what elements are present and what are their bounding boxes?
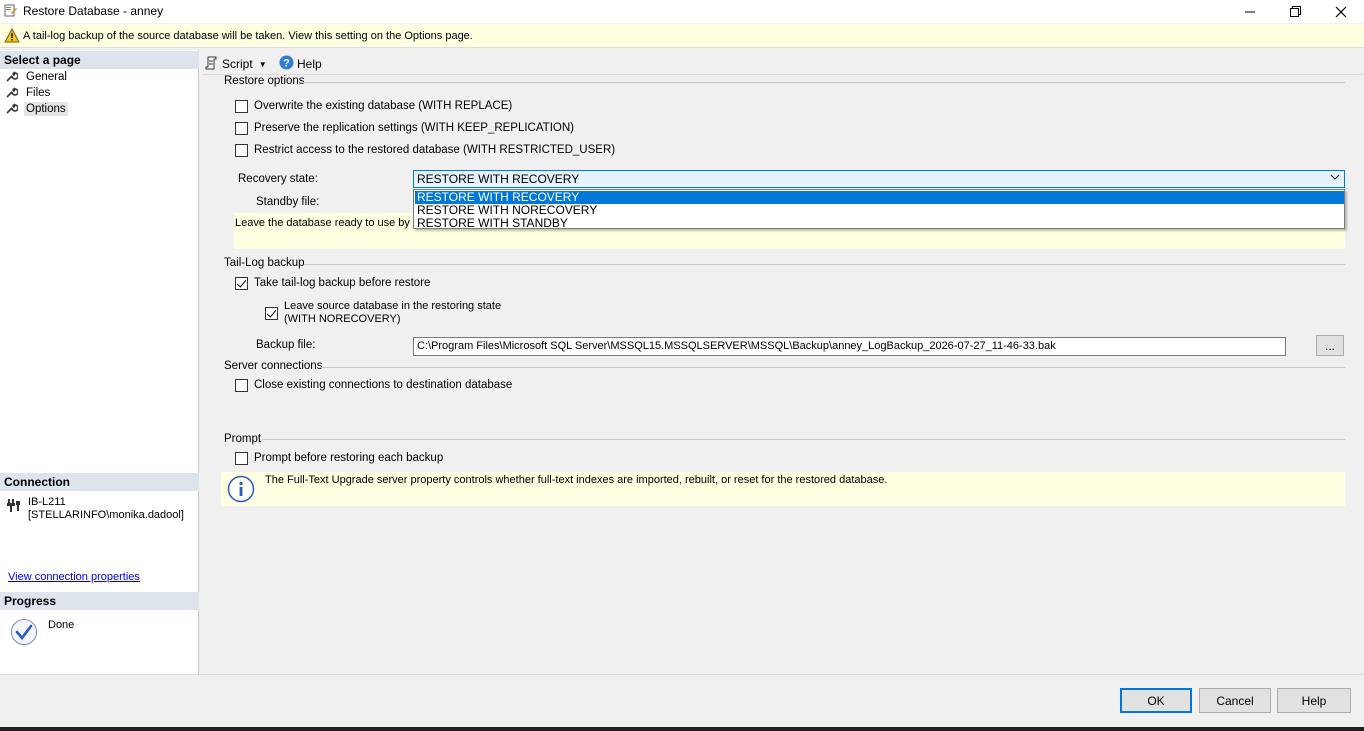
restrict-access-checkbox-row[interactable]: Restrict access to the restored database… <box>235 143 615 157</box>
progress-status: Done <box>48 619 75 631</box>
browse-backup-file-button[interactable]: ... <box>1316 335 1344 356</box>
wrench-icon <box>6 102 20 117</box>
info-text: The Full-Text Upgrade server property co… <box>265 474 888 486</box>
page-item-options[interactable]: Options <box>6 101 68 117</box>
divider <box>300 82 1345 83</box>
wrench-icon <box>6 70 20 85</box>
recovery-state-value: RESTORE WITH RECOVERY <box>417 172 580 186</box>
tail-log-header: Tail-Log backup <box>224 257 305 269</box>
divider <box>262 439 1345 440</box>
divider <box>320 367 1345 368</box>
close-connections-checkbox[interactable] <box>235 378 248 392</box>
close-connections-label: Close existing connections to destinatio… <box>254 379 513 391</box>
connection-info: IB-L211 [STELLARINFO\monika.dadool] <box>28 496 184 522</box>
overwrite-checkbox-row[interactable]: Overwrite the existing database (WITH RE… <box>235 99 512 113</box>
prompt-before-checkbox-row[interactable]: Prompt before restoring each backup <box>235 451 443 465</box>
preserve-replication-checkbox[interactable] <box>235 121 248 135</box>
backup-file-input[interactable]: C:\Program Files\Microsoft SQL Server\MS… <box>413 337 1286 356</box>
prompt-before-label: Prompt before restoring each backup <box>254 452 444 464</box>
help-toolbar-button[interactable]: ? Help <box>279 55 322 73</box>
toolbar-divider <box>202 74 1364 75</box>
info-icon <box>227 475 255 506</box>
script-icon <box>205 56 219 73</box>
restore-window-button[interactable] <box>1272 0 1318 23</box>
info-divider <box>261 472 262 506</box>
recovery-description: Leave the database ready to use by r <box>235 217 417 229</box>
backup-file-label: Backup file: <box>256 339 316 351</box>
leave-restoring-label: Leave source database in the restoring s… <box>284 300 501 326</box>
warning-icon <box>4 27 20 46</box>
recovery-state-select[interactable]: RESTORE WITH RECOVERY <box>413 170 1345 188</box>
wrench-icon <box>6 86 20 101</box>
page-item-label: General <box>26 71 67 83</box>
divider <box>304 264 1345 265</box>
leave-restoring-checkbox[interactable] <box>265 306 278 320</box>
page-item-files[interactable]: Files <box>6 85 52 101</box>
ok-button[interactable]: OK <box>1120 688 1192 713</box>
svg-text:?: ? <box>283 58 290 70</box>
page-item-label: Options <box>24 102 68 116</box>
view-connection-properties-link[interactable]: View connection properties <box>8 571 140 583</box>
cancel-button[interactable]: Cancel <box>1199 688 1271 713</box>
chevron-down-icon <box>1330 172 1340 185</box>
preserve-replication-label: Preserve the replication settings (WITH … <box>254 122 574 134</box>
title-bar: Restore Database - anney <box>0 0 1364 23</box>
help-label: Help <box>297 57 322 71</box>
leave-restoring-line2: (WITH NORECOVERY) <box>284 313 401 325</box>
warning-bar: A tail-log backup of the source database… <box>0 24 1364 48</box>
recovery-state-dropdown: RESTORE WITH RECOVERY RESTORE WITH NOREC… <box>413 189 1345 230</box>
standby-file-label: Standby file: <box>256 196 320 208</box>
take-tail-log-checkbox-row[interactable]: Take tail-log backup before restore <box>235 276 430 290</box>
page-item-general[interactable]: General <box>6 69 69 85</box>
preserve-replication-checkbox-row[interactable]: Preserve the replication settings (WITH … <box>235 121 574 135</box>
take-tail-log-checkbox[interactable] <box>235 276 248 290</box>
close-window-button[interactable] <box>1318 0 1364 23</box>
restore-database-icon <box>4 4 18 18</box>
recovery-state-label: Recovery state: <box>238 173 318 185</box>
select-page-header: Select a page <box>0 51 199 69</box>
help-icon: ? <box>279 55 294 73</box>
taskbar-strip <box>0 727 1364 731</box>
done-check-icon <box>10 618 38 649</box>
minimize-button[interactable] <box>1227 0 1273 23</box>
help-button[interactable]: Help <box>1277 688 1351 713</box>
connection-user: [STELLARINFO\monika.dadool] <box>28 509 184 521</box>
restrict-access-label: Restrict access to the restored database… <box>254 144 616 156</box>
leave-restoring-line1: Leave source database in the restoring s… <box>284 300 502 312</box>
script-button[interactable]: Script ▼ <box>205 55 267 73</box>
warning-text: A tail-log backup of the source database… <box>23 30 473 42</box>
progress-header: Progress <box>0 592 199 610</box>
script-label: Script <box>222 57 253 71</box>
close-connections-checkbox-row[interactable]: Close existing connections to destinatio… <box>235 378 512 392</box>
dropdown-option-standby[interactable]: RESTORE WITH STANDBY <box>415 217 1344 230</box>
overwrite-checkbox[interactable] <box>235 99 248 113</box>
connection-server: IB-L211 <box>28 496 66 508</box>
window-title: Restore Database - anney <box>23 4 164 18</box>
connection-icon <box>6 497 22 516</box>
page-item-label: Files <box>26 87 51 99</box>
take-tail-log-label: Take tail-log backup before restore <box>254 277 431 289</box>
restrict-access-checkbox[interactable] <box>235 143 248 157</box>
prompt-header: Prompt <box>224 433 262 445</box>
server-connections-header: Server connections <box>224 360 323 372</box>
restore-options-header: Restore options <box>224 75 305 87</box>
connection-header: Connection <box>0 473 199 491</box>
leave-restoring-checkbox-row[interactable]: Leave source database in the restoring s… <box>265 299 501 327</box>
prompt-before-checkbox[interactable] <box>235 451 248 465</box>
info-box: The Full-Text Upgrade server property co… <box>221 472 1345 506</box>
overwrite-label: Overwrite the existing database (WITH RE… <box>254 100 513 112</box>
chevron-down-icon: ▼ <box>258 59 267 69</box>
